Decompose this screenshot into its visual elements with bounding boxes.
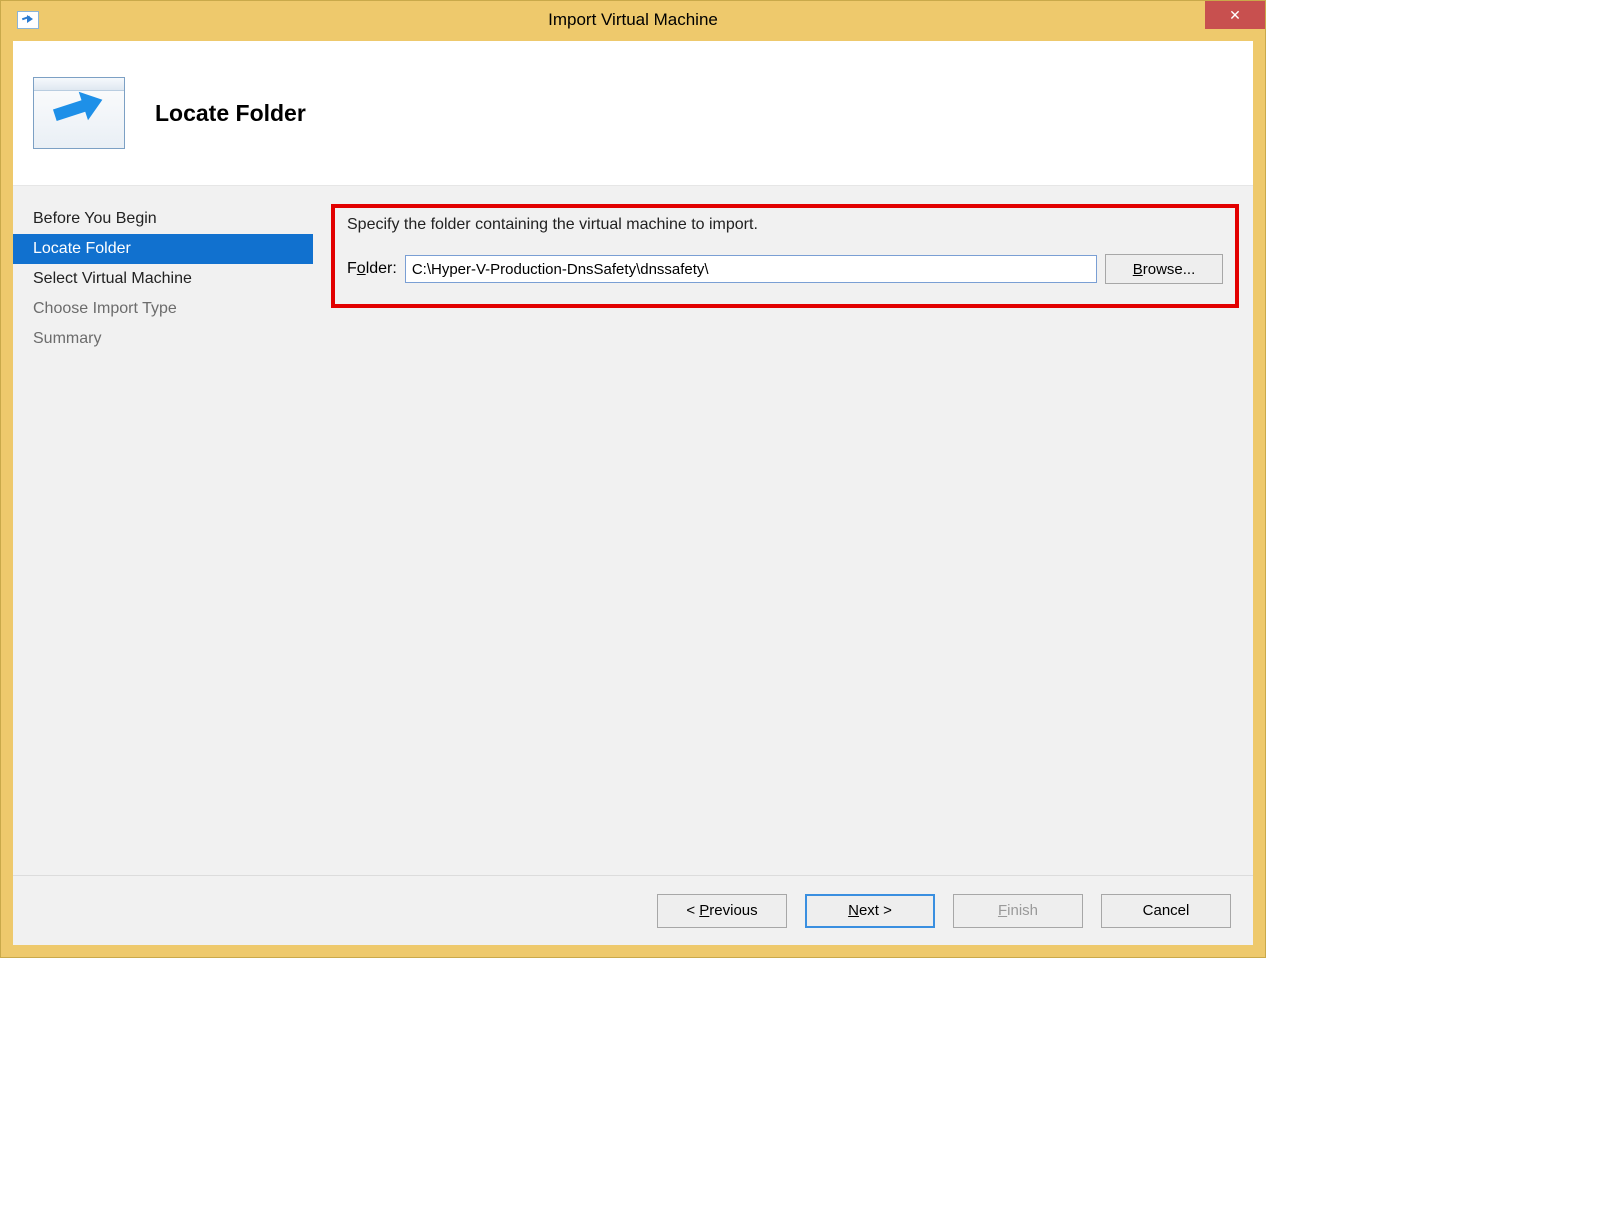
wizard-steps: Before You Begin Locate Folder Select Vi… — [13, 186, 313, 875]
next-button[interactable]: Next > — [805, 894, 935, 928]
content-row: Before You Begin Locate Folder Select Vi… — [13, 186, 1253, 875]
title-bar: Import Virtual Machine ✕ — [1, 1, 1265, 39]
step-choose-import-type: Choose Import Type — [13, 294, 313, 324]
app-icon — [17, 11, 39, 29]
folder-row: Folder: Browse... — [347, 254, 1223, 284]
highlight-annotation: Specify the folder containing the virtua… — [331, 204, 1239, 308]
cancel-button[interactable]: Cancel — [1101, 894, 1231, 928]
wizard-window: Import Virtual Machine ✕ Locate Folder B… — [0, 0, 1266, 958]
step-locate-folder[interactable]: Locate Folder — [13, 234, 313, 264]
instruction-text: Specify the folder containing the virtua… — [347, 216, 1223, 234]
wizard-footer: < Previous Next > Finish Cancel — [13, 875, 1253, 945]
step-summary: Summary — [13, 324, 313, 354]
page-title: Locate Folder — [155, 100, 306, 127]
main-pane: Specify the folder containing the virtua… — [313, 186, 1253, 875]
folder-label: Folder: — [347, 260, 397, 278]
previous-button[interactable]: < Previous — [657, 894, 787, 928]
close-button[interactable]: ✕ — [1205, 1, 1265, 29]
step-before-you-begin[interactable]: Before You Begin — [13, 204, 313, 234]
header-band: Locate Folder — [13, 41, 1253, 186]
window-title: Import Virtual Machine — [1, 10, 1265, 30]
import-arrow-icon — [33, 77, 125, 149]
step-select-virtual-machine[interactable]: Select Virtual Machine — [13, 264, 313, 294]
folder-input[interactable] — [405, 255, 1097, 283]
window-body: Locate Folder Before You Begin Locate Fo… — [13, 41, 1253, 945]
finish-button: Finish — [953, 894, 1083, 928]
close-icon: ✕ — [1229, 7, 1241, 24]
browse-button[interactable]: Browse... — [1105, 254, 1223, 284]
